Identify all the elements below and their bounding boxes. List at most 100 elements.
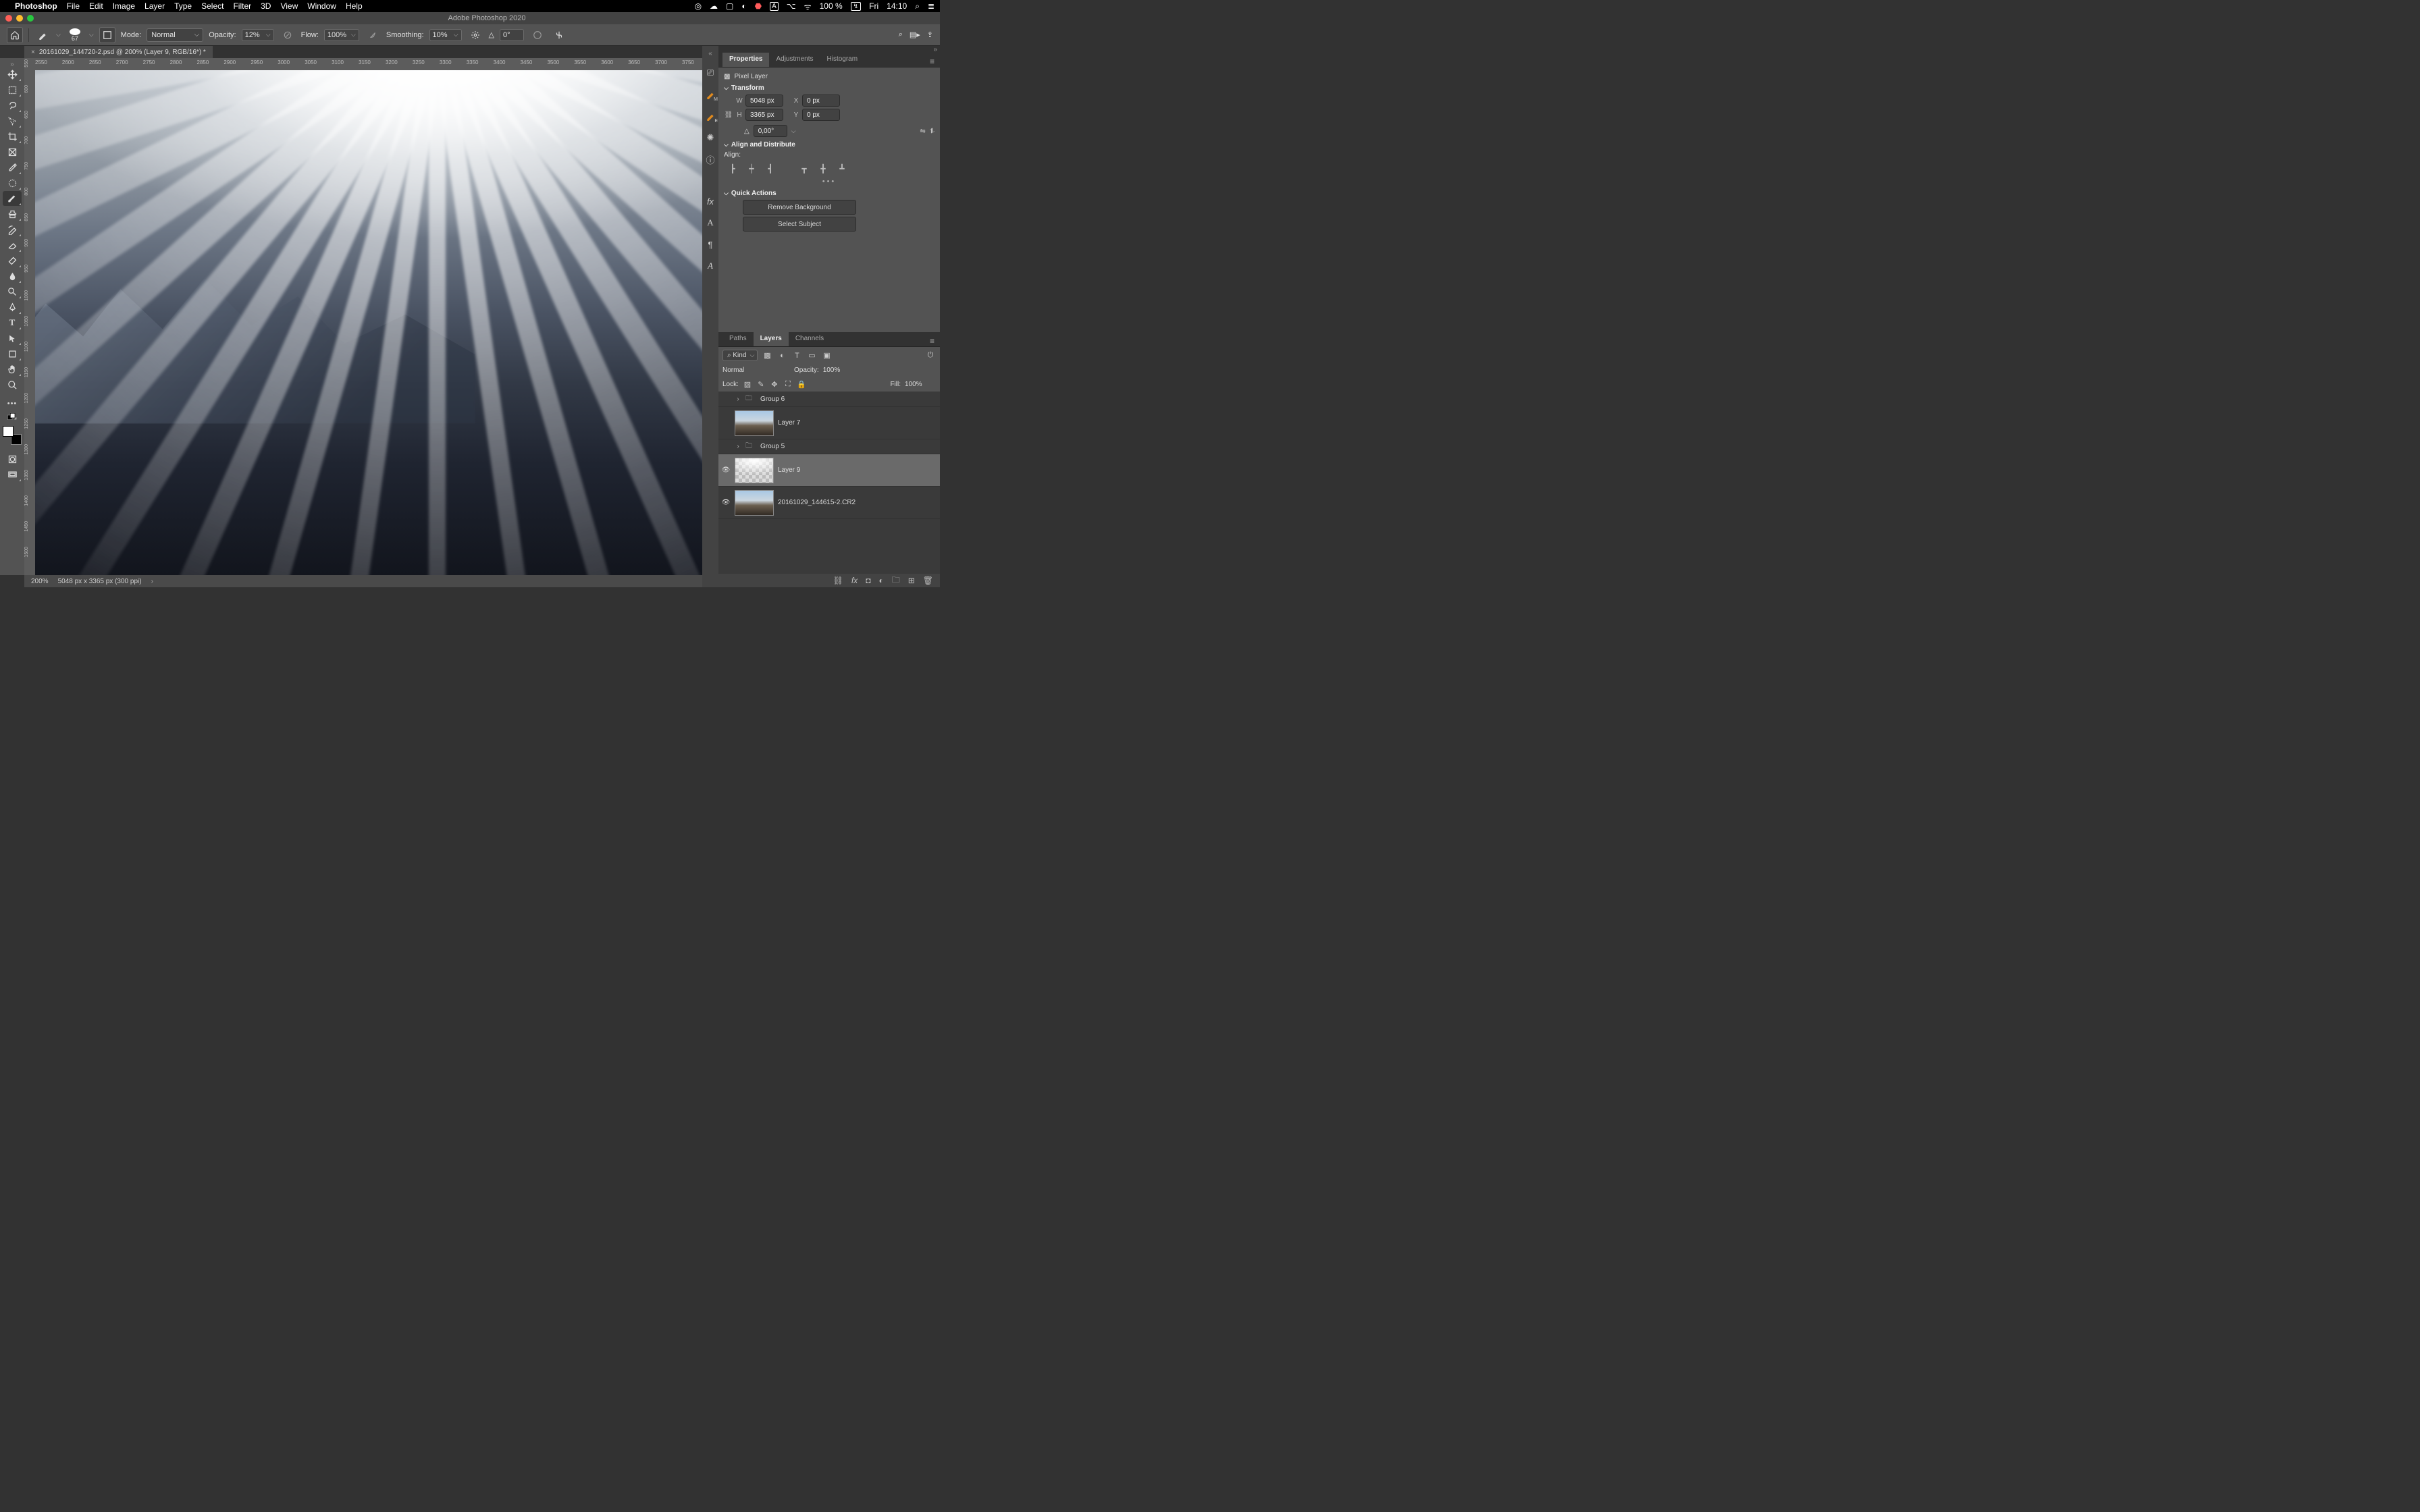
close-window[interactable] [5, 15, 12, 22]
share-icon[interactable]: ⇪ [927, 30, 933, 39]
styles-icon[interactable]: fx [704, 195, 716, 207]
remove-background-button[interactable]: Remove Background [743, 200, 856, 215]
align-right-icon[interactable]: ┫ [764, 163, 777, 175]
eyedropper-tool[interactable] [3, 160, 22, 175]
menu-filter[interactable]: Filter [233, 1, 251, 11]
height-field[interactable]: 3365 px [745, 109, 783, 121]
libraries-icon[interactable]: ⎚ [704, 67, 716, 79]
smoothing-field[interactable]: 10% [429, 29, 462, 41]
default-colors-icon[interactable] [3, 412, 22, 421]
healing-tool[interactable] [3, 176, 22, 190]
minimize-window[interactable] [16, 15, 23, 22]
status-menu-arrow[interactable]: › [151, 578, 153, 585]
home-button[interactable] [7, 27, 23, 43]
new-group-icon[interactable]: 🗀 [892, 574, 900, 588]
lock-artboard-icon[interactable]: ⛶ [783, 379, 793, 389]
layer-fill-field[interactable]: 100% [905, 381, 936, 388]
menu-file[interactable]: File [67, 1, 80, 11]
rect-icon[interactable]: ▢ [726, 1, 733, 11]
filter-type-icon[interactable]: T [791, 350, 802, 361]
lock-position-icon[interactable]: ✥ [770, 379, 779, 389]
filter-shape-icon[interactable]: ▭ [806, 350, 817, 361]
align-top-icon[interactable]: ┳ [798, 163, 810, 175]
filter-kind-select[interactable]: ⌕ Kind [722, 350, 758, 361]
menu-view[interactable]: View [280, 1, 298, 11]
smoothing-options-icon[interactable] [467, 27, 483, 43]
filter-smart-icon[interactable]: ▣ [821, 350, 832, 361]
menu-type[interactable]: Type [174, 1, 192, 11]
frame-tool[interactable] [3, 144, 22, 159]
zoom-level[interactable]: 200% [31, 578, 49, 585]
crop-tool[interactable] [3, 129, 22, 144]
new-fill-adjust-icon[interactable]: ◐ [878, 576, 883, 585]
lock-transparency-icon[interactable]: ▨ [743, 379, 752, 389]
quick-mask-toggle[interactable] [3, 452, 22, 466]
app-name[interactable]: Photoshop [15, 1, 57, 11]
quick-actions-header[interactable]: Quick Actions [724, 190, 935, 197]
info-icon[interactable]: ⓘ [704, 153, 716, 165]
link-wh-icon[interactable]: ⛓ [724, 111, 733, 119]
layer-name[interactable]: 20161029_144615-2.CR2 [778, 499, 856, 506]
blend-mode-select[interactable]: Normal [147, 28, 203, 42]
quick-select-tool[interactable] [3, 113, 22, 128]
menu-window[interactable]: Window [307, 1, 336, 11]
width-field[interactable]: 5048 px [745, 94, 783, 107]
layer-style-icon[interactable]: fx [851, 576, 858, 585]
move-tool[interactable] [3, 67, 22, 82]
align-left-icon[interactable]: ┣ [727, 163, 739, 175]
workspace-switcher-icon[interactable]: ▤▸ [910, 30, 920, 39]
opacity-pressure-icon[interactable] [280, 27, 296, 43]
flow-field[interactable]: 100% [324, 29, 359, 41]
marquee-tool[interactable] [3, 82, 22, 97]
hand-tool[interactable] [3, 362, 22, 377]
doc-dimensions[interactable]: 5048 px x 3365 px (300 ppi) [58, 578, 142, 585]
wifi-icon[interactable]: ᯤ [804, 1, 812, 12]
layer-thumbnail[interactable] [735, 410, 774, 436]
type-tool[interactable]: T [3, 315, 22, 330]
layer-thumbnail[interactable] [735, 490, 774, 516]
layer-name[interactable]: Layer 7 [778, 419, 800, 427]
input-icon[interactable]: ⌥ [787, 1, 796, 11]
panel-menu-icon[interactable]: ≡ [930, 336, 936, 346]
a-lang-icon[interactable]: A [770, 2, 779, 11]
brush-preset-picker[interactable]: 67 [66, 28, 84, 42]
layer-thumbnail[interactable] [735, 458, 774, 483]
eraser-tool[interactable] [3, 238, 22, 252]
add-mask-icon[interactable]: ◘ [866, 576, 870, 585]
group-disclosure-icon[interactable]: › [735, 443, 741, 450]
size-pressure-icon[interactable] [529, 27, 546, 43]
align-bottom-icon[interactable]: ┻ [836, 163, 848, 175]
brush-settings-toggle[interactable] [99, 27, 115, 43]
close-tab-icon[interactable]: × [31, 49, 35, 56]
cloud-icon[interactable]: ☁ [710, 1, 718, 11]
layer-name[interactable]: Group 6 [760, 396, 785, 403]
spotlight-icon[interactable]: ⌕ [915, 1, 920, 11]
color-swatches[interactable] [3, 426, 22, 445]
cc-icon[interactable]: ◎ [695, 1, 702, 11]
layer-row[interactable]: › 🗀 Group 6 [718, 392, 940, 407]
filter-pixel-icon[interactable]: ▩ [762, 350, 772, 361]
character-icon[interactable]: A [704, 217, 716, 229]
brush-m-icon[interactable]: M [704, 88, 716, 101]
lock-all-icon[interactable]: 🔒 [797, 379, 806, 389]
paragraph-icon[interactable]: ¶ [704, 238, 716, 250]
layer-opacity-field[interactable]: 100% [823, 367, 854, 374]
tool-preset-picker[interactable] [34, 27, 51, 43]
link-layers-icon[interactable]: ⛓ [833, 576, 843, 585]
dodge-tool[interactable] [3, 284, 22, 299]
visibility-toggle[interactable]: 👁 [721, 499, 731, 506]
edit-toolbar[interactable]: ••• [3, 396, 22, 411]
tab-layers[interactable]: Layers [754, 332, 789, 346]
more-align-icon[interactable]: ••• [724, 178, 935, 186]
menu-image[interactable]: Image [113, 1, 135, 11]
shield-icon[interactable]: ⬣ [755, 1, 762, 11]
layer-blend-select[interactable]: Normal [722, 367, 790, 374]
brush-angle-field[interactable]: 0° [500, 29, 524, 41]
align-vcenter-icon[interactable]: ╋ [817, 163, 829, 175]
vertical-ruler[interactable]: 5506006507007508008509009501000105011001… [24, 58, 35, 575]
control-center-icon[interactable]: ≣ [928, 1, 935, 11]
flip-horizontal-icon[interactable]: ⇋ [920, 128, 925, 135]
gradient-tool[interactable] [3, 253, 22, 268]
airbrush-icon[interactable] [365, 27, 381, 43]
foreground-color[interactable] [3, 426, 14, 437]
